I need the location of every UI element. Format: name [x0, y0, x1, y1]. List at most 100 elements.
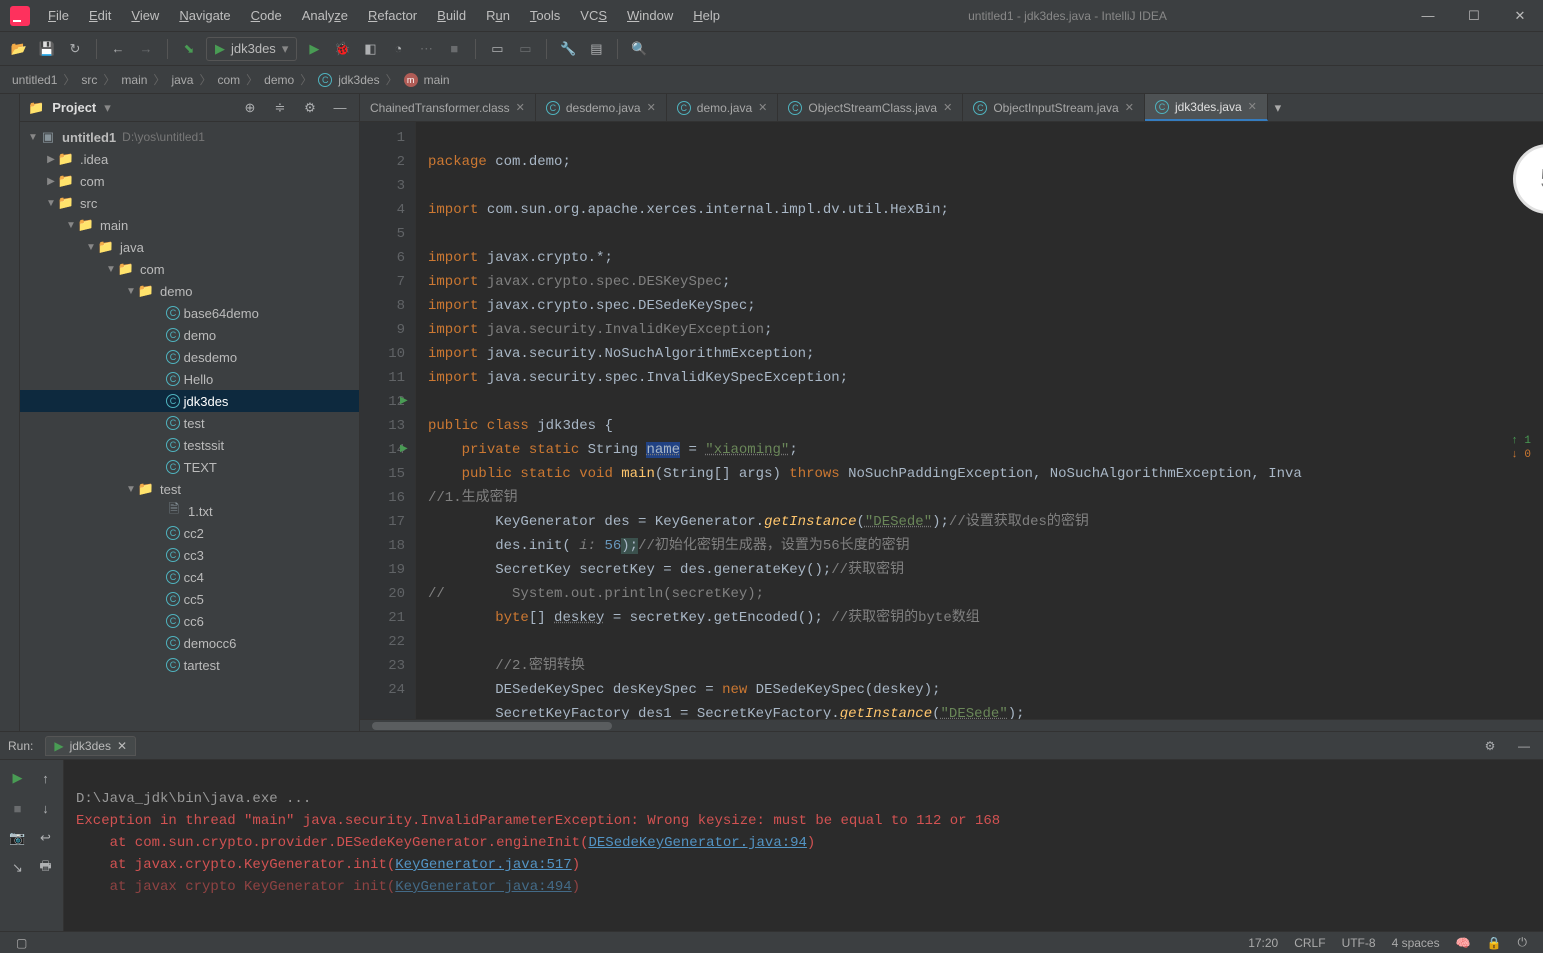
menu-file[interactable]: File [38, 4, 79, 27]
build-icon[interactable]: ⬊ [178, 38, 200, 60]
menu-window[interactable]: Window [617, 4, 683, 27]
tree-test-pkg[interactable]: ▼📁test [20, 478, 359, 500]
sync-icon[interactable]: ↻ [64, 38, 86, 60]
close-icon[interactable]: ✕ [1125, 101, 1134, 114]
tab-demo[interactable]: Cdemo.java✕ [667, 94, 779, 121]
save-all-icon[interactable]: 💾 [36, 38, 58, 60]
collapse-icon[interactable]: ≑ [269, 97, 291, 119]
menu-view[interactable]: View [121, 4, 169, 27]
open-icon[interactable]: 📂 [8, 38, 30, 60]
stop-icon[interactable]: ■ [8, 798, 28, 818]
code-text[interactable]: package com.demo; import com.sun.org.apa… [416, 122, 1543, 719]
tree-file-tartest[interactable]: C tartest [20, 654, 359, 676]
tree-main[interactable]: ▼📁main [20, 214, 359, 236]
tree-file-cc6[interactable]: C cc6 [20, 610, 359, 632]
up-icon[interactable]: ↑ [36, 768, 56, 788]
tree-root[interactable]: ▼▣untitled1D:\yos\untitled1 [20, 126, 359, 148]
tree-file-cc4[interactable]: C cc4 [20, 566, 359, 588]
run-icon[interactable]: ▶ [303, 38, 325, 60]
run-config-combo[interactable]: ▶ jdk3des ▾ [206, 37, 297, 61]
tab-ois[interactable]: CObjectInputStream.java✕ [963, 94, 1145, 121]
structure-icon[interactable]: ▤ [585, 38, 607, 60]
lock-icon[interactable]: 🔒 [1479, 936, 1510, 950]
bc-java[interactable]: java [171, 73, 193, 87]
back-icon[interactable]: ← [107, 38, 129, 60]
menu-tools[interactable]: Tools [520, 4, 570, 27]
tab-chained[interactable]: ChainedTransformer.class✕ [360, 94, 536, 121]
tree-file-cc2[interactable]: C cc2 [20, 522, 359, 544]
bc-src[interactable]: src [81, 73, 97, 87]
gear-icon[interactable]: ⚙ [1479, 735, 1501, 757]
run-line-icon[interactable]: ▶ [400, 390, 408, 414]
stack-link[interactable]: KeyGenerator java:494 [395, 879, 571, 895]
tree-demo-pkg[interactable]: ▼📁demo [20, 280, 359, 302]
sidebar-rail[interactable] [0, 94, 20, 731]
window-close[interactable]: ✕ [1497, 0, 1543, 32]
tree-idea[interactable]: ▶📁.idea [20, 148, 359, 170]
wrench-icon[interactable]: 🔧 [557, 38, 579, 60]
console-output[interactable]: D:\Java_jdk\bin\java.exe ... Exception i… [64, 760, 1543, 931]
debug-icon[interactable]: 🐞 [331, 38, 353, 60]
coverage-icon[interactable]: ◧ [359, 38, 381, 60]
tool-window-icon[interactable]: ▢ [8, 936, 35, 950]
tree-file-base64demo[interactable]: C base64demo [20, 302, 359, 324]
camera-icon[interactable]: 📷 [8, 828, 28, 848]
close-icon[interactable]: ✕ [647, 101, 656, 114]
window-maximize[interactable]: ☐ [1451, 0, 1497, 32]
tree-file-cc3[interactable]: C cc3 [20, 544, 359, 566]
tree-file-test[interactable]: C test [20, 412, 359, 434]
bc-com[interactable]: com [217, 73, 240, 87]
forward-icon[interactable]: → [135, 38, 157, 60]
close-icon[interactable]: ✕ [943, 101, 952, 114]
memory-icon[interactable]: 🧠 [1448, 936, 1479, 950]
status-indent[interactable]: 4 spaces [1384, 936, 1448, 950]
sdk-icon[interactable]: ▭ [514, 38, 536, 60]
tree-src[interactable]: ▼📁src [20, 192, 359, 214]
bc-root[interactable]: untitled1 [12, 73, 57, 87]
rerun-icon[interactable]: ▶ [8, 768, 28, 788]
run-line-icon[interactable]: ▶ [400, 438, 408, 462]
attach-icon[interactable]: ⋯ [415, 38, 437, 60]
menu-vcs[interactable]: VCS [570, 4, 617, 27]
tree-com-top[interactable]: ▶📁com [20, 170, 359, 192]
menu-navigate[interactable]: Navigate [169, 4, 240, 27]
close-icon[interactable]: ✕ [516, 101, 525, 114]
power-icon[interactable]: ⏻ [1510, 935, 1536, 950]
stack-link[interactable]: KeyGenerator.java:517 [395, 857, 571, 873]
locate-icon[interactable]: ⊕ [239, 97, 261, 119]
tree-file-democc6[interactable]: C democc6 [20, 632, 359, 654]
menu-edit[interactable]: Edit [79, 4, 121, 27]
menu-run[interactable]: Run [476, 4, 520, 27]
tree-file-text[interactable]: C TEXT [20, 456, 359, 478]
menu-help[interactable]: Help [683, 4, 730, 27]
print-icon[interactable]: 🖶 [36, 858, 56, 878]
tab-desdemo[interactable]: Cdesdemo.java✕ [536, 94, 667, 121]
tree-file-1txt[interactable]: 🗎1.txt [20, 500, 359, 522]
profile-icon[interactable]: ◔ [387, 38, 409, 60]
stop-icon[interactable]: ■ [443, 38, 465, 60]
avd-icon[interactable]: ▭ [486, 38, 508, 60]
tree-com-pkg[interactable]: ▼📁com [20, 258, 359, 280]
close-icon[interactable]: ✕ [758, 101, 767, 114]
search-icon[interactable]: 🔍 [628, 38, 650, 60]
gear-icon[interactable]: ⚙ [299, 97, 321, 119]
bc-method[interactable]: main [424, 73, 450, 87]
code-editor[interactable]: 12345 678910 1112▶ 1314▶ 1516171819 2021… [360, 122, 1543, 719]
exit-icon[interactable]: ↘ [8, 858, 28, 878]
tree-file-jdk3des[interactable]: C jdk3des [20, 390, 359, 412]
close-icon[interactable]: ✕ [1248, 100, 1257, 113]
menu-code[interactable]: Code [241, 4, 292, 27]
tree-java[interactable]: ▼📁java [20, 236, 359, 258]
close-icon[interactable]: ✕ [117, 739, 127, 753]
tab-jdk3des[interactable]: Cjdk3des.java✕ [1145, 94, 1268, 121]
status-eol[interactable]: CRLF [1286, 936, 1333, 950]
window-minimize[interactable]: ― [1405, 0, 1451, 32]
menu-refactor[interactable]: Refactor [358, 4, 427, 27]
bc-class[interactable]: jdk3des [338, 73, 379, 87]
down-icon[interactable]: ↓ [36, 798, 56, 818]
wrap-icon[interactable]: ↩ [36, 828, 56, 848]
horizontal-scrollbar[interactable] [360, 719, 1543, 731]
tab-osc[interactable]: CObjectStreamClass.java✕ [778, 94, 963, 121]
menu-build[interactable]: Build [427, 4, 476, 27]
status-encoding[interactable]: UTF-8 [1334, 936, 1384, 950]
